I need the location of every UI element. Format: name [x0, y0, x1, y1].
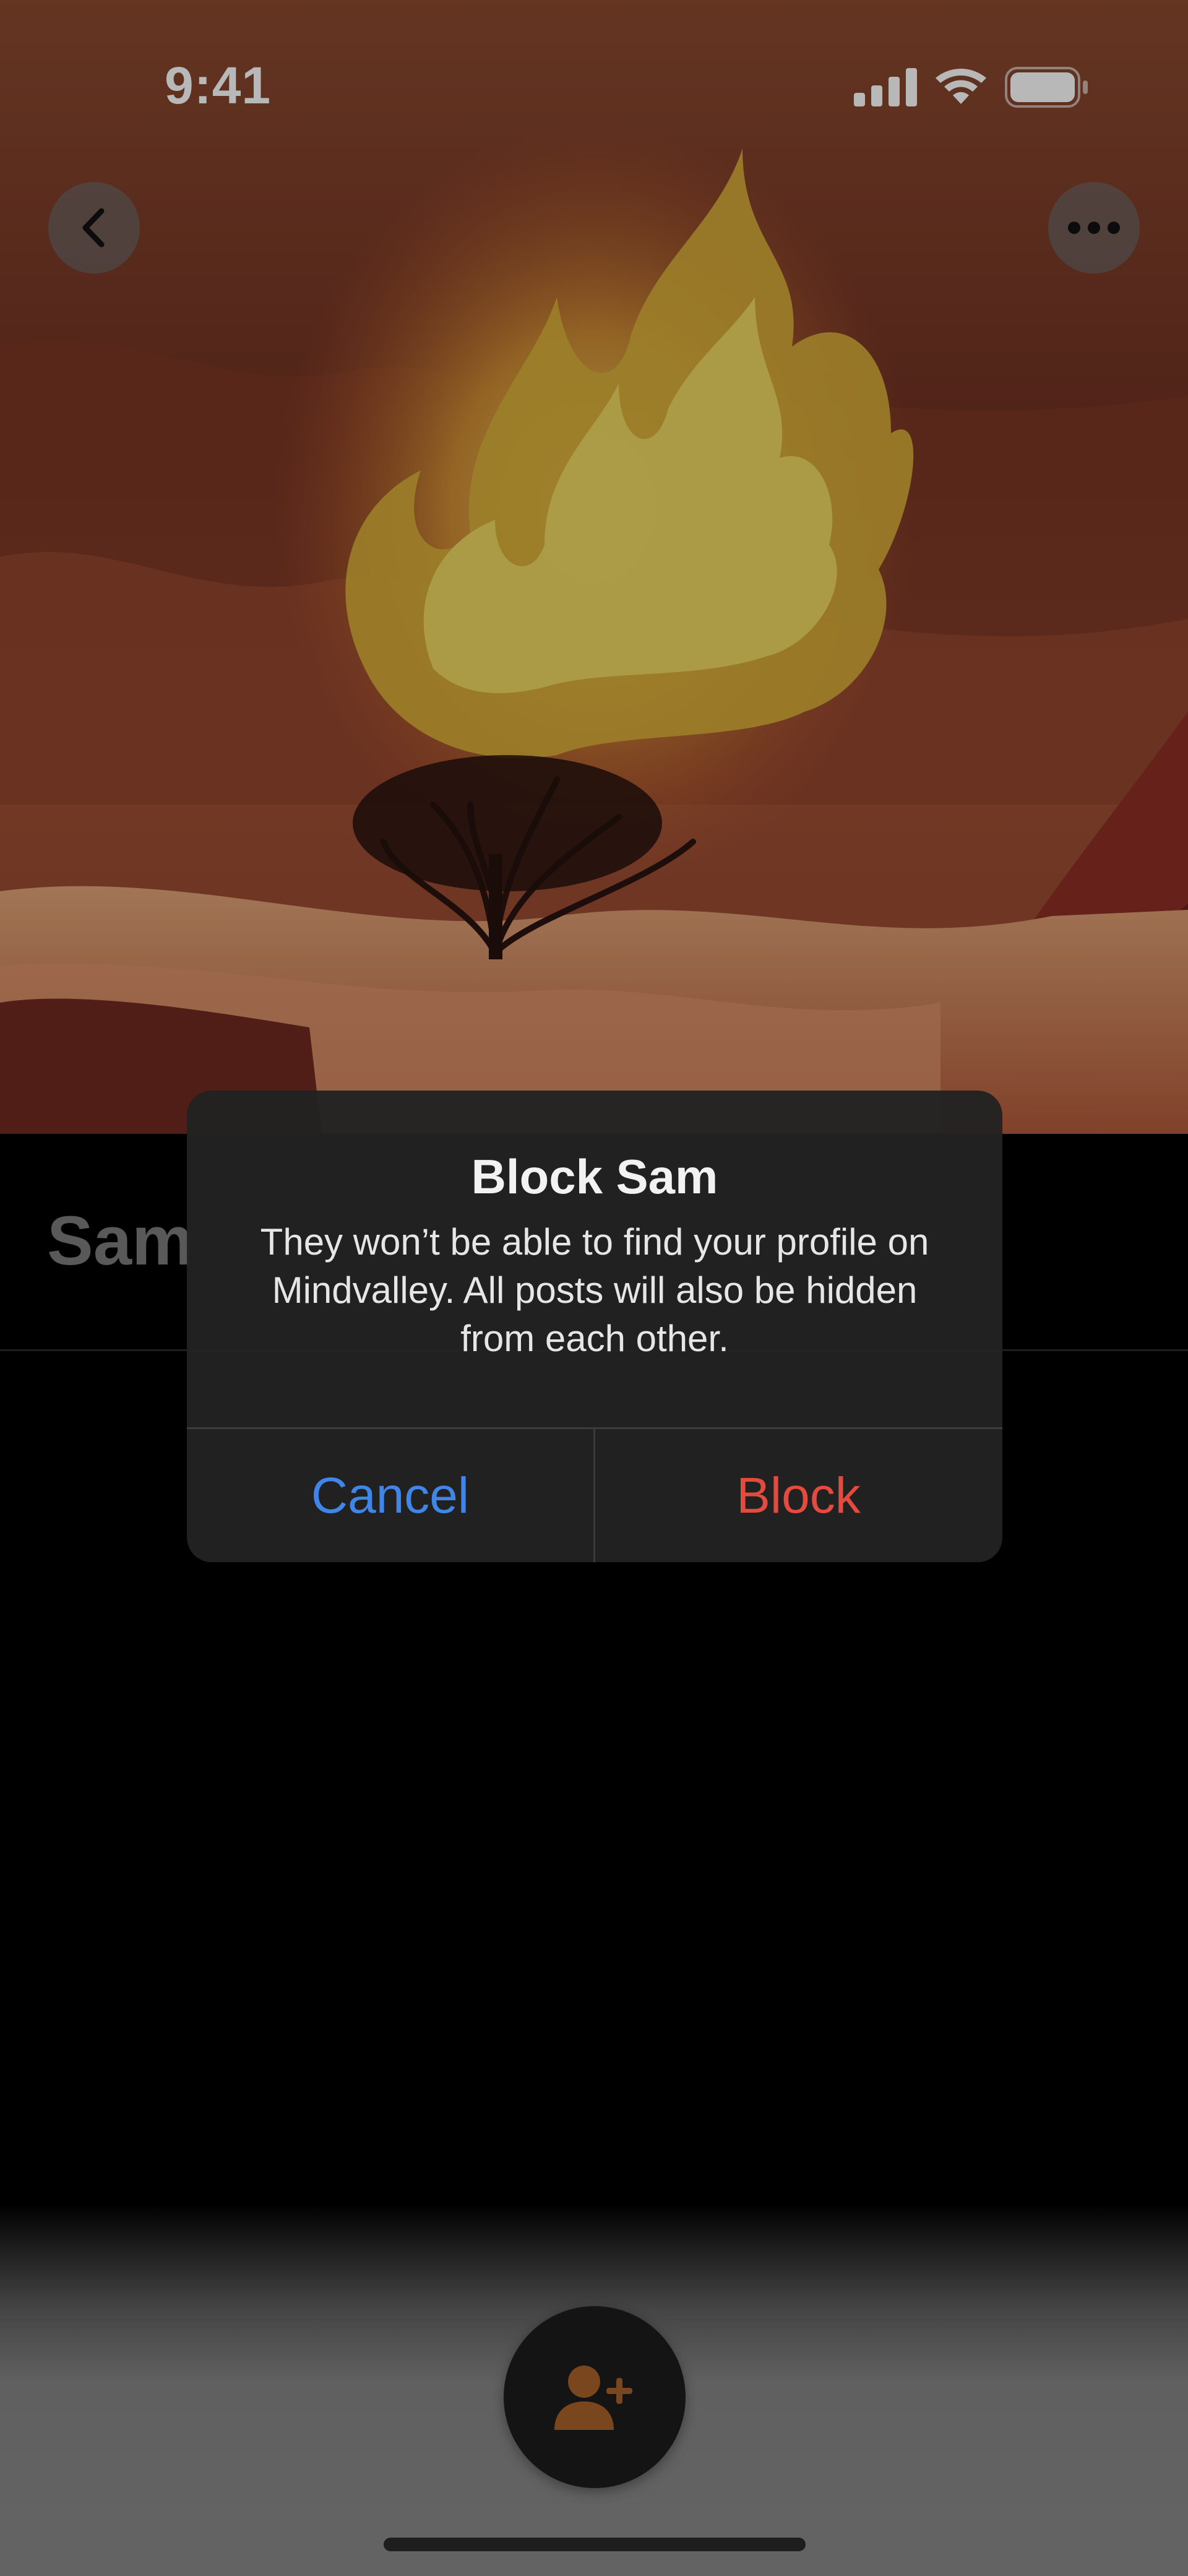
block-user-alert: Block Sam They won’t be able to find you… [187, 1091, 1002, 1562]
alert-message: They won’t be able to find your profile … [260, 1221, 929, 1359]
cancel-button[interactable]: Cancel [187, 1429, 593, 1562]
alert-title: Block Sam [471, 1149, 718, 1204]
block-button[interactable]: Block [595, 1429, 1002, 1562]
